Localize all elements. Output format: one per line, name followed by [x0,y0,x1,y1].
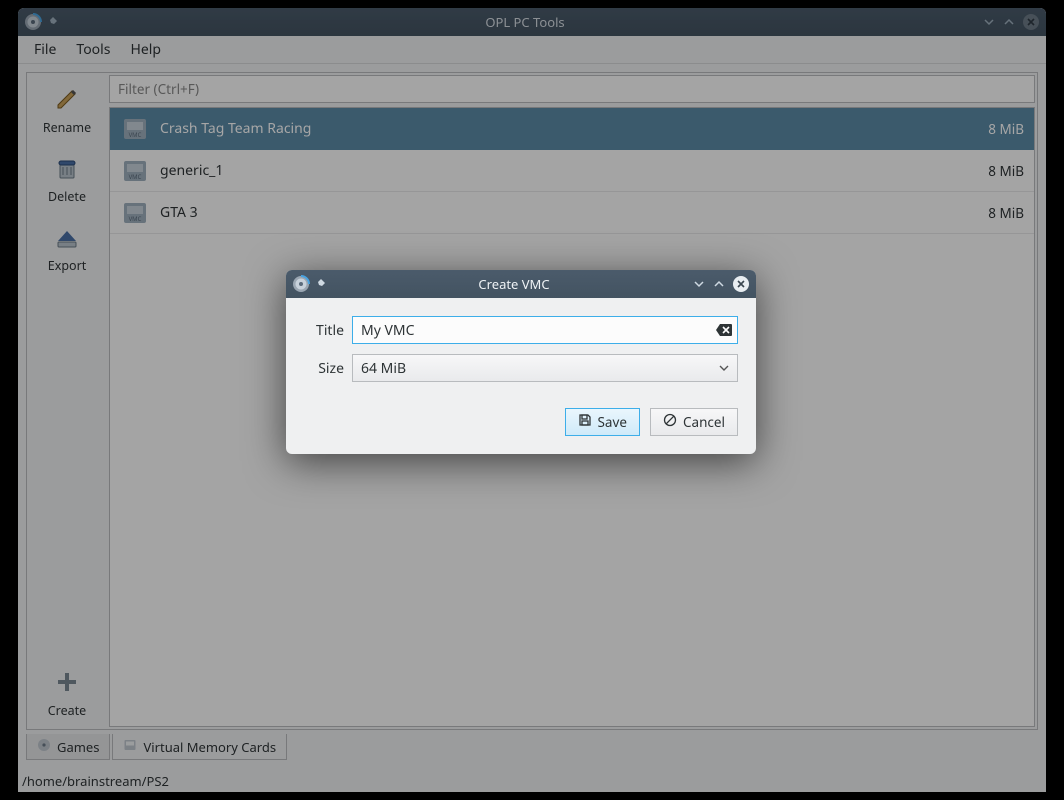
pencil-icon [51,83,83,115]
save-floppy-icon [578,413,592,431]
trash-icon [51,152,83,184]
maximize-icon[interactable] [1002,15,1016,29]
list-item-size: 8 MiB [988,120,1024,138]
tab-vmc[interactable]: Virtual Memory Cards [112,734,287,760]
status-path: /home/brainstream/PS2 [22,772,169,790]
window-title: OPL PC Tools [68,13,982,31]
disc-icon [292,275,310,293]
pin-icon[interactable] [314,277,328,291]
svg-text:VMC: VMC [129,131,142,139]
export-label: Export [48,257,87,274]
dialog-size-field-label: Size [304,359,344,378]
list-item-name: generic_1 [160,161,988,180]
list-item-size: 8 MiB [988,204,1024,222]
export-icon [51,221,83,253]
status-bar: /home/brainstream/PS2 [18,768,1046,792]
dialog-title-input[interactable] [352,316,738,344]
rename-button[interactable]: Rename [32,77,102,146]
list-item[interactable]: VMC generic_1 8 MiB [110,150,1034,192]
close-icon[interactable] [732,275,750,293]
chevron-down-icon [719,359,729,378]
list-item-size: 8 MiB [988,162,1024,180]
disc-small-icon [37,738,51,756]
minimize-icon[interactable] [982,15,996,29]
create-label: Create [48,702,86,719]
disc-icon [24,13,42,31]
pin-icon[interactable] [46,15,60,29]
card-small-icon [123,738,137,756]
menu-tools[interactable]: Tools [66,36,120,63]
export-button[interactable]: Export [32,215,102,284]
tab-vmc-label: Virtual Memory Cards [143,738,276,756]
vmc-card-icon: VMC [120,198,150,228]
menu-help[interactable]: Help [120,36,171,63]
delete-button[interactable]: Delete [32,146,102,215]
clear-input-icon[interactable] [714,320,734,340]
create-vmc-dialog: Create VMC Title Size 64 MiB [286,270,756,454]
list-item-name: GTA 3 [160,203,988,222]
minimize-icon[interactable] [692,277,706,291]
create-button[interactable]: Create [32,660,102,729]
svg-text:VMC: VMC [129,173,142,181]
list-item[interactable]: VMC GTA 3 8 MiB [110,192,1034,234]
cancel-nosign-icon [663,413,677,431]
dialog-titlebar: Create VMC [286,270,756,298]
list-item-name: Crash Tag Team Racing [160,119,988,138]
filter-input[interactable] [109,75,1035,103]
dialog-size-value: 64 MiB [361,359,406,378]
bottom-tabs: Games Virtual Memory Cards [26,730,1038,760]
dialog-size-select[interactable]: 64 MiB [352,354,738,382]
plus-icon [51,666,83,698]
tab-games[interactable]: Games [26,734,110,760]
main-window-titlebar: OPL PC Tools [18,8,1046,36]
rename-label: Rename [43,119,91,136]
dialog-title: Create VMC [336,275,692,293]
close-icon[interactable] [1022,13,1040,31]
cancel-button-label: Cancel [683,413,725,431]
svg-text:VMC: VMC [129,215,142,223]
save-button[interactable]: Save [565,408,640,436]
list-item[interactable]: VMC Crash Tag Team Racing 8 MiB [110,108,1034,150]
menu-file[interactable]: File [24,36,66,63]
dialog-title-field-label: Title [304,321,344,340]
delete-label: Delete [48,188,86,205]
sidebar: Rename Delete Export [27,73,107,729]
menubar: File Tools Help [18,36,1046,64]
save-button-label: Save [598,413,627,431]
cancel-button[interactable]: Cancel [650,408,738,436]
maximize-icon[interactable] [712,277,726,291]
tab-games-label: Games [57,738,99,756]
vmc-card-icon: VMC [120,114,150,144]
vmc-card-icon: VMC [120,156,150,186]
